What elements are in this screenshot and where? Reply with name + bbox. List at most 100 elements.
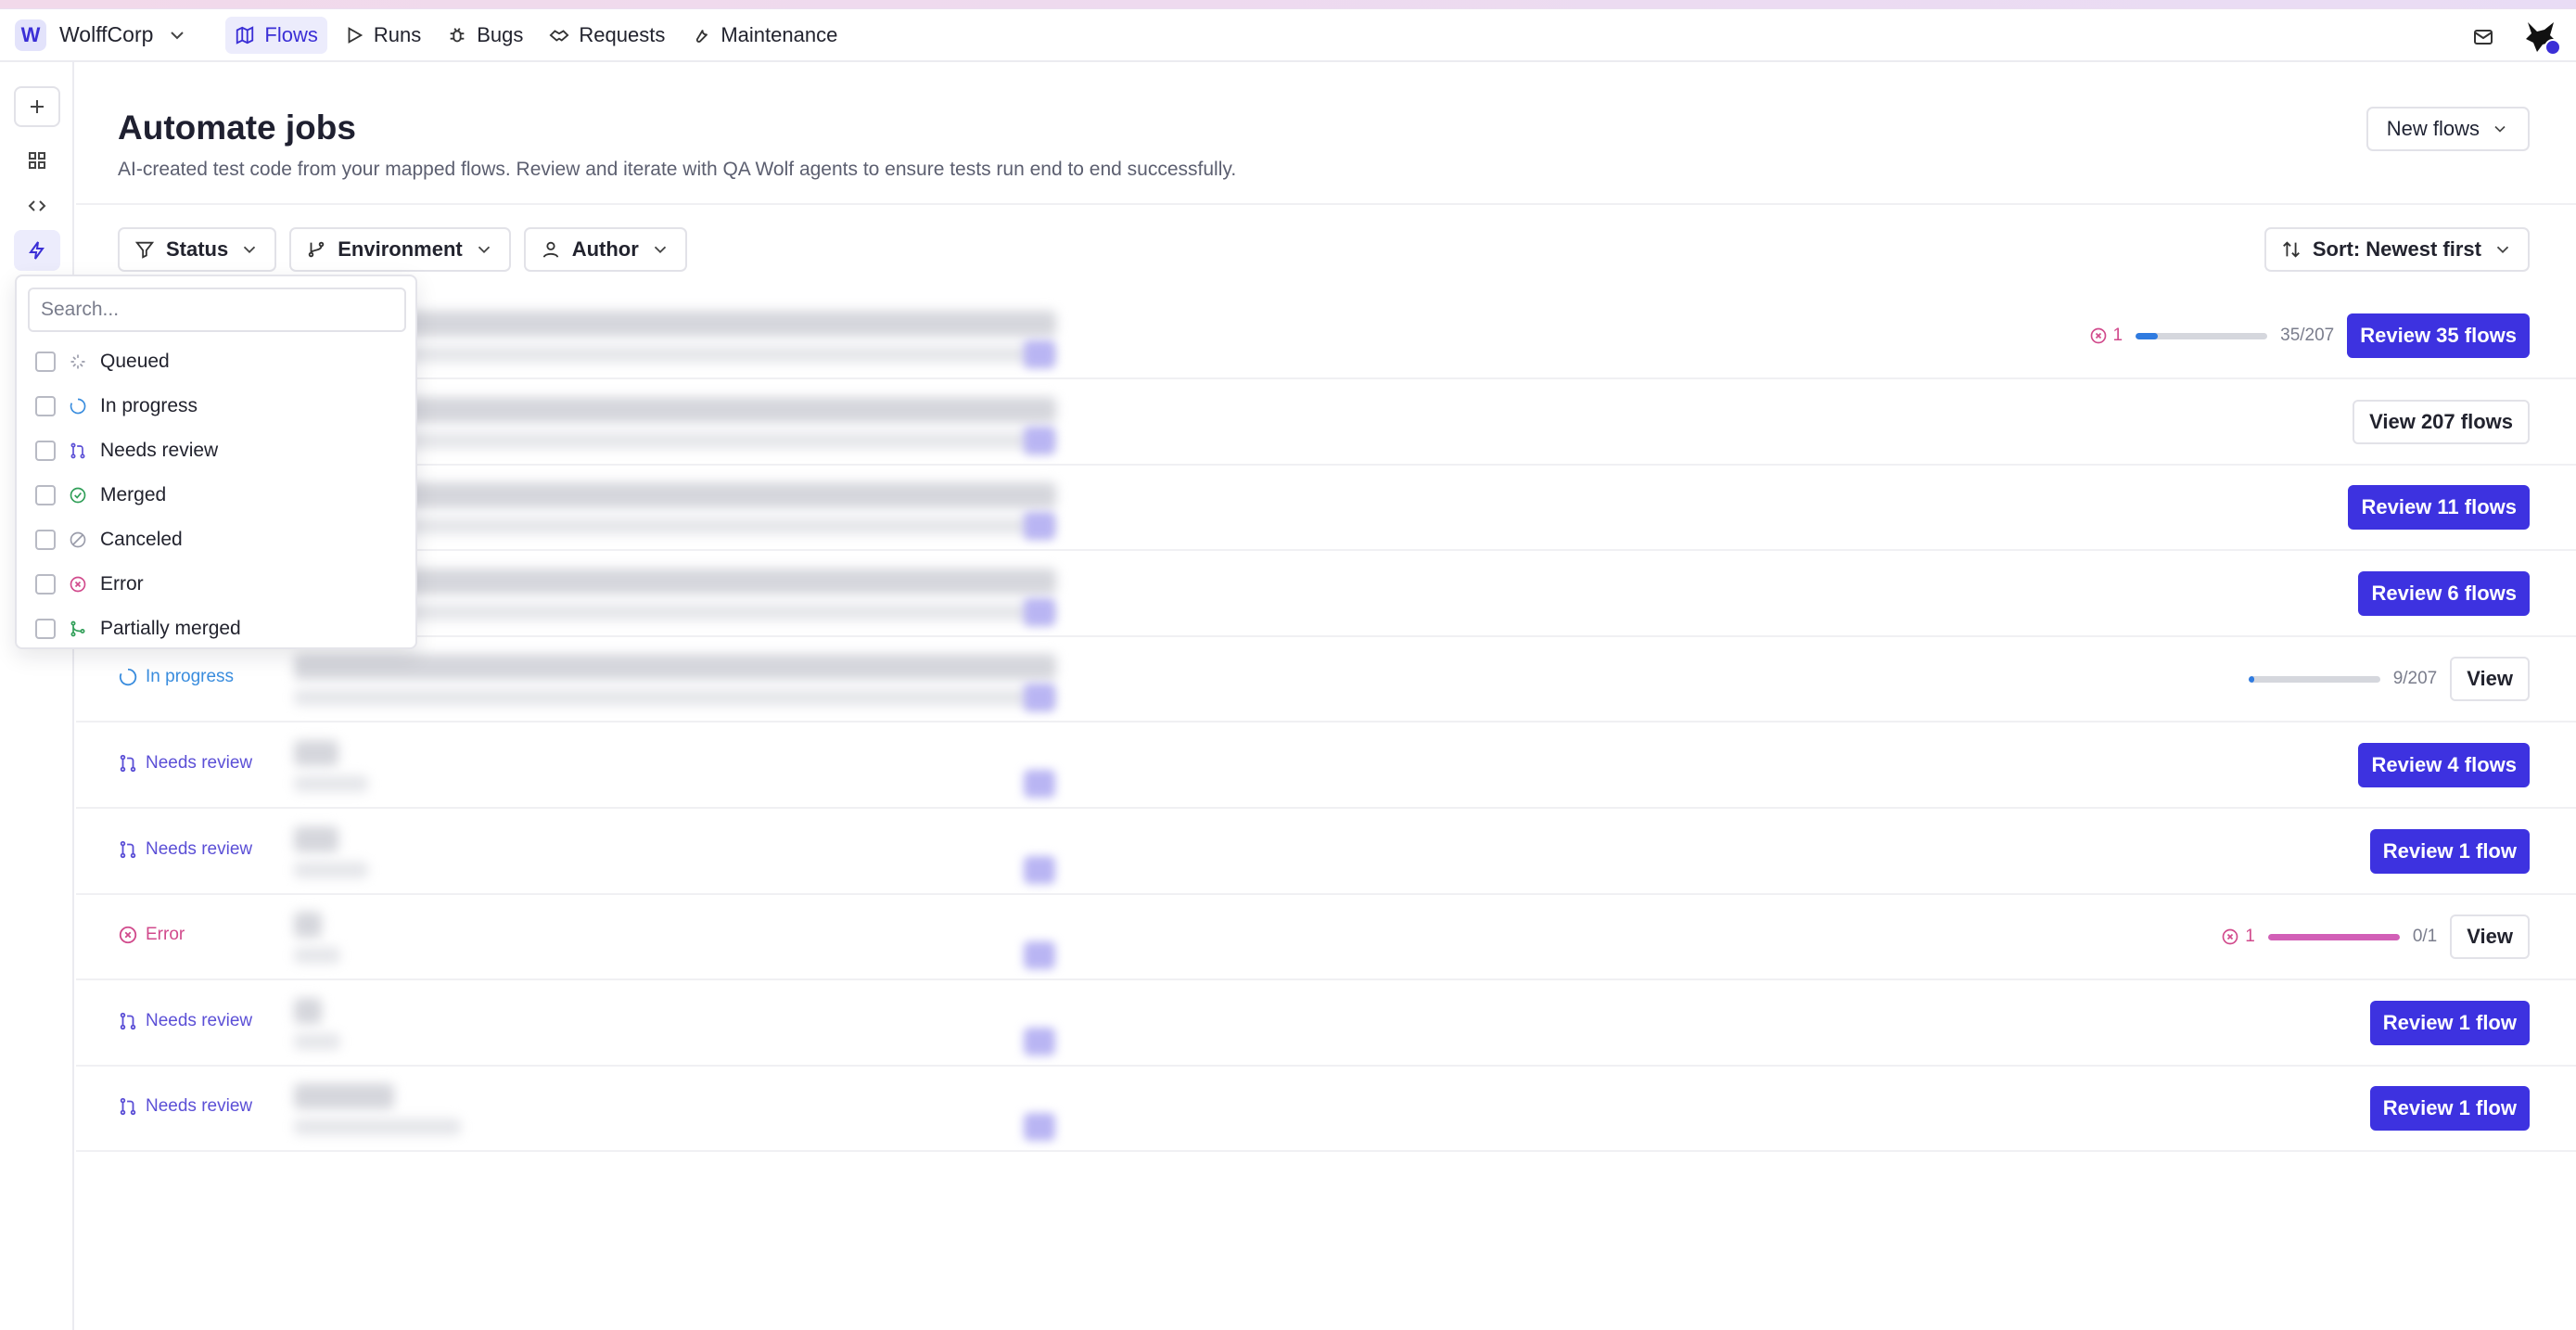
author-filter-button[interactable]: Author — [523, 227, 687, 272]
nav-flows[interactable]: Flows — [225, 16, 327, 54]
git-pull-request-icon — [118, 1096, 138, 1117]
table-row[interactable]: In progress 9/207 View — [76, 637, 2576, 723]
checkbox[interactable] — [35, 441, 56, 461]
table-row[interactable]: Needs review Review 1 flow — [76, 810, 2576, 895]
row-action-button[interactable]: View 207 flows — [2353, 399, 2530, 444]
environment-filter-label: Environment — [338, 237, 463, 261]
status-option-needs-review[interactable]: Needs review — [35, 432, 218, 469]
git-branch-icon — [309, 241, 325, 258]
row-action-button[interactable]: Review 1 flow — [2369, 1086, 2530, 1132]
sort-label: Sort: Newest first — [2312, 237, 2481, 261]
redacted-chip — [1024, 512, 1055, 541]
status-option-partially-merged[interactable]: Partially merged — [35, 610, 241, 647]
checkbox[interactable] — [35, 396, 56, 416]
status-option-merged[interactable]: Merged — [35, 477, 166, 514]
new-flows-label: New flows — [2386, 117, 2480, 140]
status-badge: Needs review — [118, 753, 252, 774]
x-circle-icon — [118, 925, 138, 945]
row-actions: View 207 flows — [2353, 399, 2530, 445]
plus-icon — [31, 100, 44, 113]
nav-maintenance[interactable]: Maintenance — [682, 17, 847, 54]
author-filter-label: Author — [571, 237, 639, 261]
row-actions: Review 11 flows — [2348, 484, 2530, 531]
nav-requests[interactable]: Requests — [540, 17, 674, 54]
progress-fill — [2136, 332, 2159, 339]
row-actions: 1 0/1 View — [2221, 914, 2530, 960]
status-badge: Needs review — [118, 1096, 252, 1117]
grid-icon — [29, 152, 45, 169]
row-action-button[interactable]: Review 6 flows — [2358, 570, 2530, 616]
row-action-button[interactable]: Review 11 flows — [2348, 485, 2530, 531]
table-row[interactable]: 1 35/207 Review 35 flows — [76, 294, 2576, 379]
table-row[interactable]: Needs review Review 4 flows — [76, 723, 2576, 809]
add-button[interactable] — [14, 86, 60, 127]
workspace-switcher[interactable]: W WolffCorp — [15, 17, 188, 54]
top-accent-strip — [0, 0, 2576, 9]
row-actions: Review 1 flow — [2369, 1000, 2530, 1046]
checkbox[interactable] — [35, 485, 56, 505]
row-action-button[interactable]: View — [2450, 657, 2530, 702]
redacted-chip — [1024, 597, 1055, 626]
checkbox[interactable] — [35, 530, 56, 550]
checkbox[interactable] — [35, 574, 56, 595]
environment-filter-button[interactable]: Environment — [289, 227, 511, 272]
row-actions: Review 1 flow — [2369, 1085, 2530, 1132]
redacted-details — [294, 689, 1054, 707]
sidebar-code[interactable] — [14, 185, 60, 226]
git-pull-request-icon — [118, 753, 138, 774]
status-option-canceled[interactable]: Canceled — [35, 521, 183, 558]
page-subtitle: AI-created test code from your mapped fl… — [118, 159, 1237, 180]
top-nav-bar: W WolffCorp Flows Runs Bugs Requests Mai… — [0, 9, 2576, 62]
row-actions: Review 1 flow — [2369, 828, 2530, 875]
nav-bugs[interactable]: Bugs — [438, 17, 532, 54]
sidebar-dashboard[interactable] — [14, 140, 60, 181]
status-label: Error — [146, 925, 185, 945]
table-row[interactable]: Needs review Review 1 flow — [76, 981, 2576, 1067]
progress-ratio: 35/207 — [2280, 326, 2335, 345]
chevron-down-icon — [654, 246, 666, 254]
sidebar-automate[interactable] — [14, 230, 60, 271]
nav-runs[interactable]: Runs — [335, 17, 430, 54]
main-content: Automate jobs AI-created test code from … — [76, 62, 2576, 1330]
status-search-input[interactable] — [28, 288, 406, 332]
status-filter-button[interactable]: Status — [118, 227, 277, 272]
row-action-button[interactable]: Review 1 flow — [2369, 828, 2530, 874]
table-row[interactable]: Needs review Review 1 flow — [76, 1067, 2576, 1153]
table-row[interactable]: Review 6 flows — [76, 552, 2576, 637]
sort-button[interactable]: Sort: Newest first — [2264, 227, 2530, 272]
status-badge: In progress — [118, 667, 234, 687]
git-pull-request-icon — [118, 839, 138, 860]
row-action-button[interactable]: Review 4 flows — [2358, 743, 2530, 787]
status-option-error[interactable]: Error — [35, 566, 144, 603]
workspace-name: WolffCorp — [59, 22, 154, 46]
checkbox[interactable] — [35, 619, 56, 639]
progress-bar — [2267, 933, 2400, 940]
row-action-button[interactable]: Review 35 flows — [2347, 313, 2530, 358]
table-row[interactable]: Error 1 0/1 View — [76, 895, 2576, 981]
mail-icon[interactable] — [2472, 26, 2494, 48]
status-option-in-progress[interactable]: In progress — [35, 388, 198, 425]
status-option-label: Queued — [100, 351, 170, 372]
error-count: 1 — [2089, 326, 2123, 346]
divider — [76, 203, 2576, 205]
table-row[interactable]: Review 11 flows — [76, 466, 2576, 552]
status-option-queued[interactable]: Queued — [35, 343, 170, 380]
row-action-button[interactable]: View — [2450, 914, 2530, 960]
redacted-chip — [1024, 1113, 1055, 1142]
chevron-down-icon — [244, 246, 256, 254]
redacted-details — [294, 1119, 461, 1136]
table-row[interactable]: View 207 flows — [76, 380, 2576, 466]
user-avatar[interactable] — [2520, 17, 2561, 58]
chevron-down-icon — [171, 31, 185, 39]
git-pull-request-icon — [118, 1011, 138, 1031]
main-nav: Flows Runs Bugs Requests Maintenance — [225, 16, 847, 54]
checkbox[interactable] — [35, 352, 56, 372]
spinner-icon — [69, 397, 87, 416]
bug-icon — [450, 27, 465, 42]
status-option-label: Merged — [100, 484, 167, 505]
row-action-button[interactable]: Review 1 flow — [2369, 1000, 2530, 1045]
new-flows-button[interactable]: New flows — [2366, 107, 2530, 151]
git-merge-icon — [69, 620, 87, 638]
progress-ratio: 0/1 — [2412, 927, 2438, 947]
nav-label: Flows — [264, 22, 318, 46]
